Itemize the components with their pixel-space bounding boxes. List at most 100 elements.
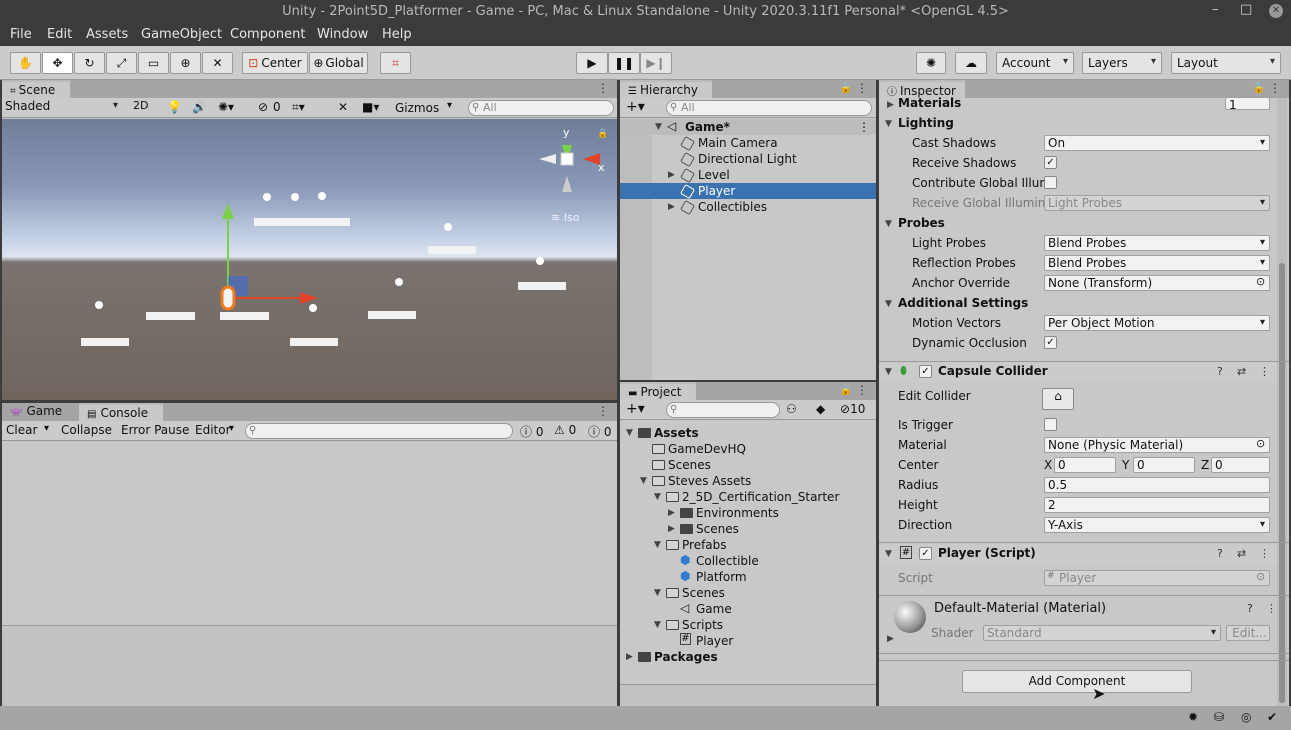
pause-button[interactable]: ❚❚	[608, 52, 640, 74]
hierarchy-item[interactable]: ▶ Collectibles	[620, 199, 876, 216]
tab-game[interactable]: 👾 Game	[2, 403, 78, 421]
project-tree-item[interactable]: ▼ Assets	[620, 425, 876, 441]
gizmos-chevron-down-icon[interactable]: ▾	[447, 100, 452, 111]
hierarchy-scene-root[interactable]: ▼ ◁ Game* ⋮	[620, 119, 876, 135]
platform-mesh[interactable]	[290, 338, 338, 346]
menu-assets[interactable]: Assets	[86, 27, 128, 42]
collapsed-arrow-icon[interactable]: ▶	[668, 508, 675, 518]
shading-mode-dropdown[interactable]: Shaded	[2, 99, 122, 115]
tab-scene[interactable]: ⌗ Scene	[2, 80, 70, 98]
custom-tool-icon[interactable]: ✕	[202, 52, 233, 74]
materials-label[interactable]: Materials	[898, 96, 961, 110]
step-button[interactable]: ▶❙	[640, 52, 672, 74]
collectible-sphere[interactable]	[95, 301, 103, 309]
light-probes-dropdown[interactable]: Blend Probes	[1044, 235, 1270, 251]
tools-icon[interactable]: ✕	[338, 100, 348, 114]
bug-icon[interactable]: ✹	[1188, 710, 1198, 724]
player-script-enabled-checkbox[interactable]: ✓	[919, 547, 932, 560]
scrollbar-thumb[interactable]	[1279, 263, 1285, 703]
pivot-toggle[interactable]: ⊡ Center	[242, 52, 308, 74]
console-search-input[interactable]	[245, 423, 513, 439]
collider-material-field[interactable]: None (Physic Material)	[1044, 437, 1270, 453]
expand-arrow-icon[interactable]: ▼	[654, 492, 661, 502]
expand-arrow-icon[interactable]: ▼	[885, 549, 892, 559]
transform-tool-icon[interactable]: ⊕	[170, 52, 201, 74]
project-add-icon[interactable]: +▾	[626, 401, 645, 417]
scene-search-input[interactable]: All	[468, 100, 614, 116]
expand-arrow-icon[interactable]: ▼	[654, 540, 661, 550]
radius-field[interactable]: 0.5	[1044, 477, 1270, 493]
platform-mesh[interactable]	[368, 311, 416, 319]
collapsed-arrow-icon[interactable]: ▶	[887, 100, 894, 110]
reflection-probes-dropdown[interactable]: Blend Probes	[1044, 255, 1270, 271]
preset-icon[interactable]: ⇄	[1237, 547, 1246, 560]
tab-hierarchy[interactable]: ☰ Hierarchy	[620, 80, 712, 98]
expand-arrow-icon[interactable]: ▼	[654, 588, 661, 598]
menu-window[interactable]: Window	[317, 27, 368, 42]
component-menu-icon[interactable]: ⋮	[1259, 547, 1270, 560]
search-by-type-icon[interactable]: ⚇	[786, 402, 797, 416]
tab-project[interactable]: ▬ Project	[620, 382, 696, 400]
editor-chevron-down-icon[interactable]: ▾	[229, 423, 234, 434]
layers-dropdown[interactable]: Layers	[1082, 52, 1162, 74]
hierarchy-lock-icon[interactable]: 🔒	[840, 83, 852, 94]
additional-settings-header[interactable]: Additional Settings	[898, 296, 1028, 310]
hierarchy-item[interactable]: ▶ Level	[620, 167, 876, 184]
cast-shadows-dropdown[interactable]: On	[1044, 135, 1270, 151]
grid-toggle-icon[interactable]: ⌗▾	[292, 100, 305, 115]
help-icon[interactable]: ?	[1217, 365, 1223, 378]
move-tool-icon[interactable]: ✥	[42, 52, 73, 74]
help-icon[interactable]: ?	[1217, 547, 1223, 560]
capsule-collider-enabled-checkbox[interactable]: ✓	[919, 365, 932, 378]
project-tree-item[interactable]: GameDevHQ	[620, 441, 876, 457]
gizmos-dropdown[interactable]: Gizmos	[395, 101, 439, 115]
mode-2d-toggle[interactable]: 2D	[130, 99, 152, 115]
platform-mesh[interactable]	[81, 338, 129, 346]
tab-console[interactable]: ▤ Console	[79, 403, 163, 421]
camera-icon[interactable]: ■▾	[362, 100, 379, 114]
material-menu-icon[interactable]: ⋮	[1266, 602, 1277, 615]
collapsed-arrow-icon[interactable]: ▶	[668, 524, 675, 534]
expand-arrow-icon[interactable]: ▼	[654, 620, 661, 630]
motion-vectors-dropdown[interactable]: Per Object Motion	[1044, 315, 1270, 331]
expand-arrow-icon[interactable]: ▼	[626, 428, 633, 438]
collectible-sphere[interactable]	[536, 257, 544, 265]
console-menu-icon[interactable]: ⋮	[597, 404, 609, 418]
play-button[interactable]: ▶	[576, 52, 608, 74]
probes-header[interactable]: Probes	[898, 216, 945, 230]
hand-tool-icon[interactable]: ✋	[10, 52, 41, 74]
cloud-icon[interactable]: ☁	[955, 52, 987, 74]
platform-mesh[interactable]	[428, 246, 476, 254]
project-tree-item[interactable]: ▼ Steves Assets	[620, 473, 876, 489]
clear-button[interactable]: Clear	[6, 423, 37, 437]
project-tree-item[interactable]: ▶ Environments	[620, 505, 876, 521]
expand-arrow-icon[interactable]: ▼	[885, 367, 892, 377]
materials-size-field[interactable]: 1	[1225, 97, 1270, 110]
expand-arrow-icon[interactable]: ▼	[640, 476, 647, 486]
hierarchy-add-icon[interactable]: +▾	[626, 99, 645, 115]
space-toggle[interactable]: ⊕ Global	[309, 52, 368, 74]
object-picker-icon[interactable]: ⊙	[1256, 275, 1265, 288]
collectible-sphere[interactable]	[444, 223, 452, 231]
hierarchy-item[interactable]: Main Camera	[620, 135, 876, 152]
hierarchy-search-input[interactable]: All	[666, 100, 872, 116]
cache-server-icon[interactable]: ⛁	[1214, 710, 1224, 724]
hierarchy-item[interactable]: Directional Light	[620, 151, 876, 168]
editor-dropdown[interactable]: Editor	[195, 423, 231, 437]
project-tree-item[interactable]: ▼ Scripts	[620, 617, 876, 633]
project-tree-item[interactable]: # Player	[620, 633, 876, 649]
expand-arrow-icon[interactable]: ▼	[885, 219, 892, 229]
move-gizmo[interactable]	[202, 199, 332, 319]
lighting-toggle-icon[interactable]: 💡	[167, 100, 182, 114]
object-picker-icon[interactable]: ⊙	[1256, 437, 1265, 450]
search-by-label-icon[interactable]: ◆	[816, 402, 825, 416]
center-y-field[interactable]: 0	[1133, 457, 1195, 473]
collab-icon[interactable]: ✺	[916, 52, 946, 74]
receive-shadows-checkbox[interactable]: ✓	[1044, 156, 1057, 169]
scene-lock-icon[interactable]: 🔒	[597, 129, 608, 139]
error-count[interactable]: ⓘ 0	[588, 423, 611, 440]
menu-edit[interactable]: Edit	[47, 27, 72, 42]
minimize-button[interactable]: –	[1212, 2, 1219, 17]
scene-menu-icon[interactable]: ⋮	[597, 81, 609, 95]
expand-arrow-icon[interactable]: ▼	[655, 122, 662, 132]
